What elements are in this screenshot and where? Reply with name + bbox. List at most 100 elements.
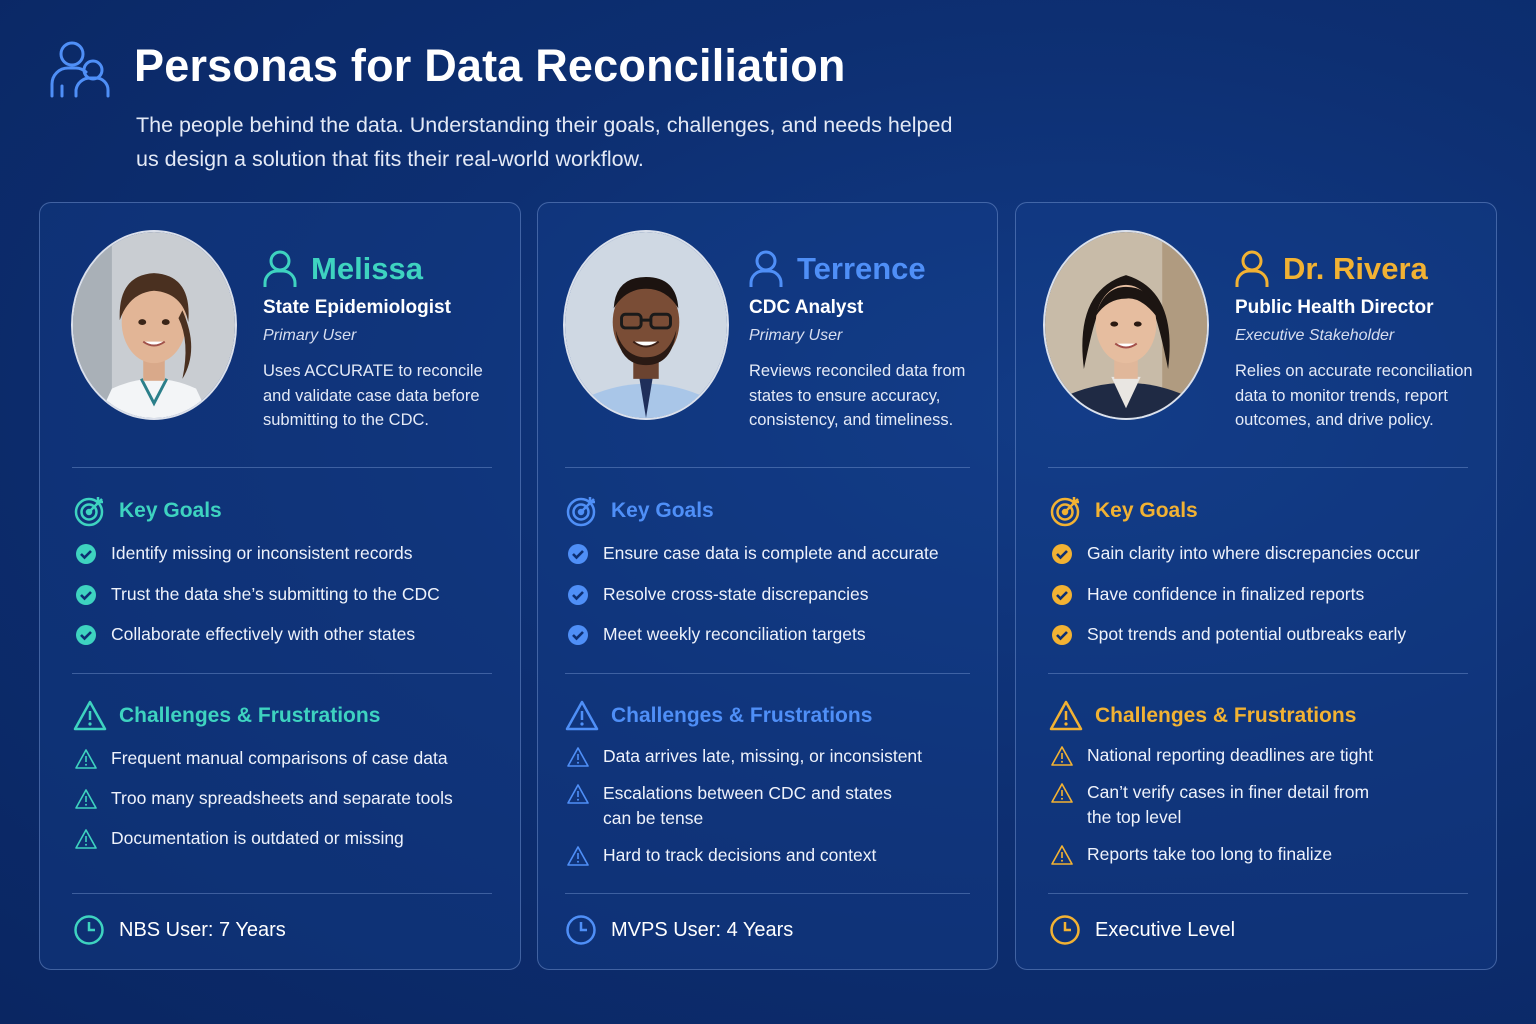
persona-description: Reviews reconciled data from states to e…: [749, 362, 966, 429]
warning-icon: [73, 700, 107, 731]
persona-name: Terrence: [797, 251, 926, 286]
challenge-item: Documentation is outdated or missing: [75, 826, 453, 851]
goal-item: Identify missing or inconsistent records: [75, 541, 440, 582]
persona-description: Relies on accurate reconciliation data t…: [1235, 362, 1473, 429]
challenge-text: Documentation is outdated or missing: [111, 828, 404, 848]
persona-level: Primary User: [263, 327, 357, 344]
check-circle-icon: [568, 584, 588, 605]
warning-icon: [75, 789, 97, 809]
experience-label: NBS User: 7 Years: [119, 918, 286, 941]
divider: [72, 467, 492, 468]
persona-description: Uses ACCURATE to reconcile and validate …: [263, 362, 483, 429]
goal-text: Trust the data she’s submitting to the C…: [111, 583, 440, 604]
check-circle-icon: [76, 544, 96, 564]
challenge-item: Data arrives late, missing, or inconsist…: [567, 744, 922, 769]
persona-card-melissa: Melissa State Epidemiologist Primary Use…: [39, 202, 521, 970]
challenges-title: Challenges & Frustrations: [119, 704, 381, 727]
warning-icon: [1051, 746, 1073, 766]
persona-card-terrence: Terrence CDC Analyst Primary User Review…: [537, 202, 998, 970]
goal-item: Ensure case data is complete and accurat…: [567, 541, 939, 582]
check-circle-icon: [1052, 544, 1072, 564]
target-icon: [74, 497, 104, 527]
challenge-item: Hard to track decisions and context: [567, 843, 922, 868]
goal-text: Gain clarity into where discrepancies oc…: [1087, 543, 1420, 563]
persona-photo: [71, 230, 237, 420]
challenge-text: Troo many spreadsheets and separate tool…: [111, 788, 453, 808]
persona-name: Dr. Rivera: [1283, 251, 1428, 286]
warning-icon: [565, 700, 599, 731]
check-circle-icon: [1052, 584, 1072, 605]
warning-icon: [1051, 845, 1073, 865]
page-subtitle: The people behind the data. Understandin…: [136, 113, 953, 171]
goal-item: Spot trends and potential outbreaks earl…: [1051, 622, 1420, 663]
target-icon: [566, 497, 596, 527]
divider: [1048, 467, 1468, 468]
goal-text: Have confidence in finalized reports: [1087, 583, 1365, 604]
challenge-text: Data arrives late, missing, or inconsist…: [603, 746, 923, 766]
divider: [72, 893, 492, 894]
goal-item: Resolve cross-state discrepancies: [567, 582, 939, 623]
goal-text: Resolve cross-state discrepancies: [603, 583, 869, 604]
key-goals-title: Key Goals: [611, 499, 714, 522]
person-icon: [1235, 250, 1269, 287]
goal-text: Spot trends and potential outbreaks earl…: [1087, 624, 1407, 644]
challenge-item: Can’t verify cases in finer detail from …: [1051, 780, 1377, 830]
clock-icon: [566, 915, 596, 945]
warning-icon: [567, 747, 589, 767]
goal-text: Meet weekly reconciliation targets: [603, 624, 866, 644]
challenges-title: Challenges & Frustrations: [1095, 704, 1357, 727]
persona-photo: [563, 230, 729, 420]
challenge-item: Troo many spreadsheets and separate tool…: [75, 786, 453, 811]
goal-text: Identify missing or inconsistent records: [111, 543, 413, 563]
persona-level: Executive Stakeholder: [1235, 327, 1395, 344]
challenge-text: Hard to track decisions and context: [603, 845, 877, 865]
persona-card-dr-rivera: Dr. Rivera Public Health Director Execut…: [1015, 202, 1497, 970]
challenge-item: Escalations between CDC and states can b…: [567, 781, 922, 831]
goal-text: Ensure case data is complete and accurat…: [603, 543, 939, 563]
challenges-title: Challenges & Frustrations: [611, 704, 873, 727]
check-circle-icon: [76, 625, 96, 645]
challenges-list: Frequent manual comparisons of case data…: [75, 746, 453, 866]
challenge-text: National reporting deadlines are tight: [1087, 745, 1374, 765]
challenge-text: Frequent manual comparisons of case data: [111, 748, 448, 768]
goals-list: Ensure case data is complete and accurat…: [567, 541, 939, 663]
goals-list: Gain clarity into where discrepancies oc…: [1051, 541, 1420, 663]
goal-item: Trust the data she’s submitting to the C…: [75, 582, 440, 623]
warning-icon: [75, 829, 97, 849]
goal-text: Collaborate effectively with other state…: [111, 624, 416, 644]
divider: [72, 673, 492, 674]
persona-name: Melissa: [311, 251, 424, 286]
goal-item: Meet weekly reconciliation targets: [567, 622, 939, 663]
goal-item: Collaborate effectively with other state…: [75, 622, 440, 663]
warning-icon: [567, 784, 589, 804]
warning-icon: [1051, 783, 1073, 803]
divider: [565, 673, 970, 674]
warning-icon: [567, 846, 589, 866]
divider: [1048, 893, 1468, 894]
challenge-text: Can’t verify cases in finer detail from …: [1087, 782, 1370, 827]
check-circle-icon: [568, 544, 588, 564]
key-goals-title: Key Goals: [1095, 499, 1198, 522]
divider: [565, 893, 970, 894]
persona-level: Primary User: [749, 327, 843, 344]
persona-photo: [1043, 230, 1209, 420]
goal-item: Gain clarity into where discrepancies oc…: [1051, 541, 1420, 582]
clock-icon: [1050, 915, 1080, 945]
challenge-text: Escalations between CDC and states can b…: [603, 783, 892, 828]
experience-label: MVPS User: 4 Years: [611, 918, 794, 941]
divider: [1048, 673, 1468, 674]
goals-list: Identify missing or inconsistent records…: [75, 541, 440, 663]
check-circle-icon: [1052, 625, 1072, 645]
person-icon: [263, 250, 297, 287]
experience-label: Executive Level: [1095, 918, 1236, 941]
clock-icon: [74, 915, 104, 945]
persona-role: Public Health Director: [1235, 297, 1434, 318]
users-icon: [50, 41, 110, 98]
warning-icon: [75, 749, 97, 769]
goal-item: Have confidence in finalized reports: [1051, 582, 1420, 623]
target-icon: [1050, 497, 1080, 527]
persona-role: CDC Analyst: [749, 297, 864, 318]
key-goals-title: Key Goals: [119, 499, 222, 522]
challenge-item: Reports take too long to finalize: [1051, 842, 1377, 867]
challenge-text: Reports take too long to finalize: [1087, 844, 1333, 864]
